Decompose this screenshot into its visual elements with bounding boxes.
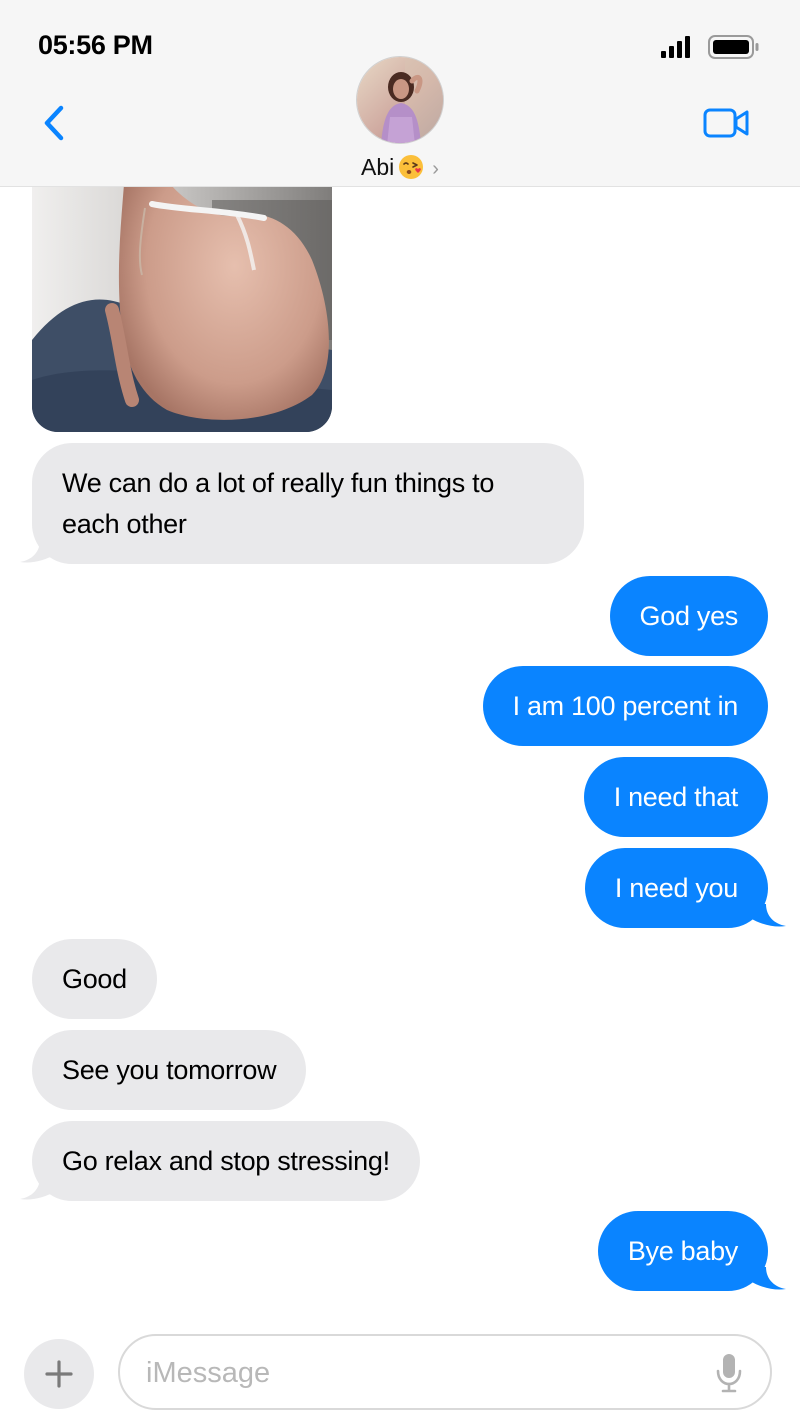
status-time: 05:56 PM xyxy=(38,30,153,60)
message-composer xyxy=(0,1318,800,1422)
add-attachment-button[interactable] xyxy=(24,1339,94,1409)
kissing-face-emoji-icon xyxy=(399,155,424,179)
message-text: Bye baby xyxy=(627,1236,738,1266)
message-text: I need you xyxy=(614,873,738,903)
plus-icon xyxy=(45,1360,73,1388)
imessage-input[interactable] xyxy=(146,1350,706,1396)
contact-avatar[interactable] xyxy=(356,56,444,144)
message-bubble-outgoing[interactable]: God yes xyxy=(609,576,768,656)
bubble-tail-outgoing xyxy=(750,1267,786,1290)
bubble-tail-incoming xyxy=(20,540,56,563)
message-bubble-incoming[interactable]: Go relax and stop stressing! xyxy=(32,1121,420,1201)
message-bubble-incoming[interactable]: Good xyxy=(32,939,157,1019)
message-text: God yes xyxy=(639,601,739,631)
battery-icon xyxy=(708,35,759,59)
message-bubble-outgoing[interactable]: I need you xyxy=(584,848,768,928)
message-text: See you tomorrow xyxy=(62,1055,277,1085)
message-bubble-outgoing[interactable]: I need that xyxy=(583,757,768,837)
message-text: Good xyxy=(62,964,127,994)
imessage-input-container[interactable] xyxy=(118,1334,772,1410)
bubble-tail-outgoing xyxy=(750,904,786,927)
microphone-icon[interactable] xyxy=(714,1352,744,1394)
bubble-tail-incoming xyxy=(20,1177,56,1200)
video-call-icon[interactable] xyxy=(702,105,750,141)
back-chevron-icon[interactable] xyxy=(36,101,76,145)
signal-strength-icon xyxy=(661,36,690,58)
message-text: Go relax and stop stressing! xyxy=(62,1146,390,1176)
message-bubble-outgoing[interactable]: Bye baby xyxy=(597,1211,768,1291)
message-text: We can do a lot of really fun things to … xyxy=(62,468,495,539)
contact-name-row[interactable]: Abi › xyxy=(0,154,800,181)
message-text: I need that xyxy=(613,782,739,812)
message-text: I am 100 percent in xyxy=(512,691,739,721)
message-bubble-incoming[interactable]: See you tomorrow xyxy=(32,1030,307,1110)
message-bubble-outgoing[interactable]: I am 100 percent in xyxy=(482,666,768,746)
message-bubble-incoming[interactable]: We can do a lot of really fun things to … xyxy=(32,443,584,564)
chevron-right-icon: › xyxy=(432,158,439,180)
contact-name: Abi xyxy=(361,154,395,180)
conversation-header: 05:56 PM Abi › xyxy=(0,0,800,187)
